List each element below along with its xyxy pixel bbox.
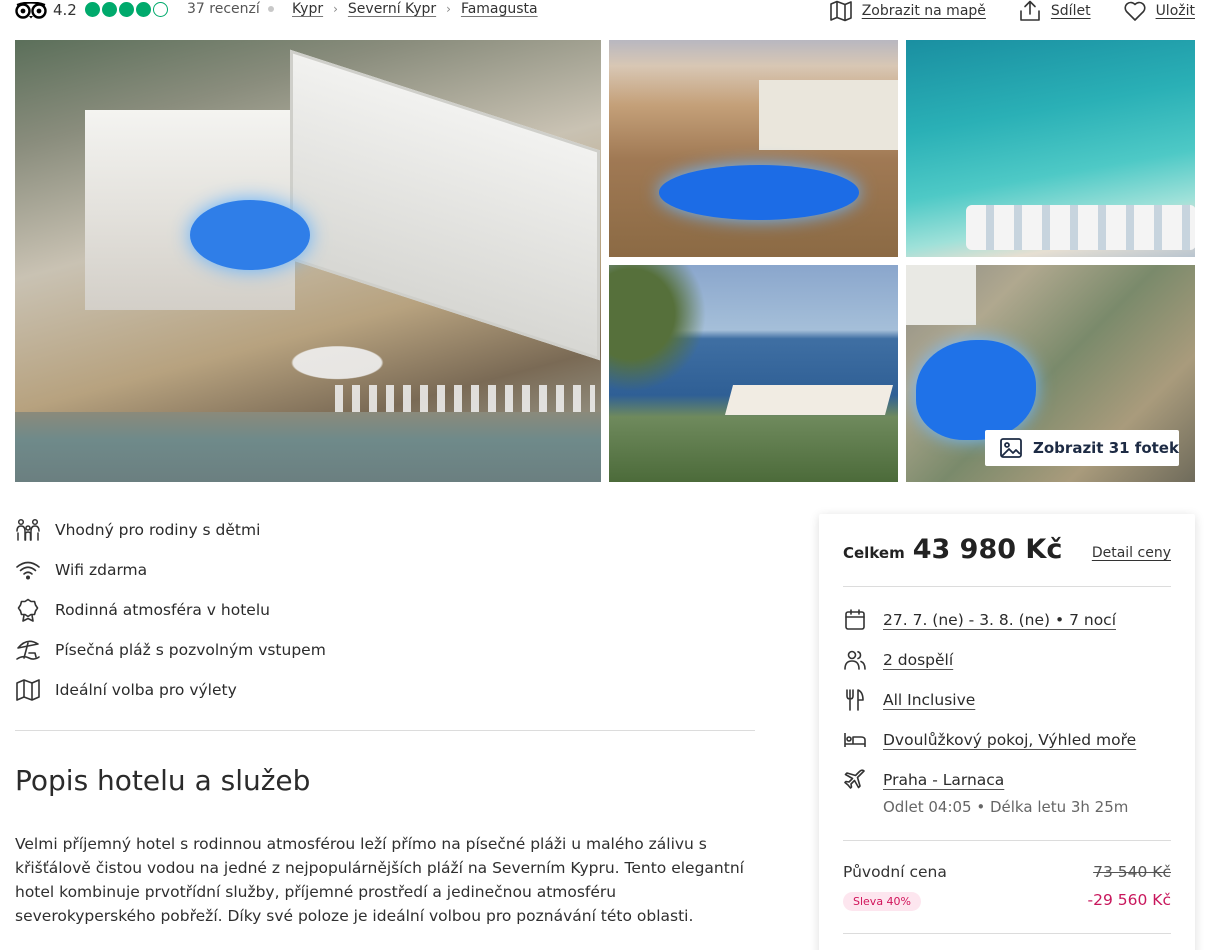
save-button[interactable]: Uložit bbox=[1123, 0, 1195, 22]
gallery-photo-beach[interactable] bbox=[906, 40, 1195, 257]
breadcrumb-item-city[interactable]: Famagusta bbox=[461, 1, 538, 17]
section-title: Popis hotelu a služeb bbox=[15, 764, 311, 797]
breadcrumb: Kypr › Severní Kypr › Famagusta bbox=[292, 1, 538, 17]
breadcrumb-item-country[interactable]: Kypr bbox=[292, 1, 323, 17]
separator-dot bbox=[268, 6, 274, 12]
map-icon bbox=[16, 679, 40, 701]
photo-detail bbox=[290, 49, 600, 361]
airplane-icon bbox=[844, 769, 865, 789]
breadcrumb-chevron-icon: › bbox=[446, 2, 451, 16]
photo-detail bbox=[916, 340, 1036, 440]
wifi-icon bbox=[16, 561, 40, 580]
photo-detail bbox=[906, 265, 976, 325]
share-icon bbox=[1020, 0, 1040, 21]
show-on-map-label: Zobrazit na mapě bbox=[861, 3, 986, 19]
feature-item: Ideální volba pro výlety bbox=[15, 670, 755, 710]
card-divider bbox=[843, 840, 1171, 841]
beach-umbrella-icon bbox=[16, 640, 40, 660]
cutlery-icon bbox=[846, 689, 864, 711]
calendar-icon bbox=[845, 609, 865, 630]
original-price-label: Původní cena bbox=[843, 863, 947, 881]
share-button[interactable]: Sdílet bbox=[1018, 0, 1091, 22]
price-card: Celkem 43 980 Kč Detail ceny 27. 7. (ne)… bbox=[819, 514, 1195, 950]
breadcrumb-item-region[interactable]: Severní Kypr bbox=[348, 1, 436, 17]
feature-label: Písečná pláž s pozvolným vstupem bbox=[55, 641, 326, 659]
rating-value: 4.2 bbox=[53, 1, 77, 19]
tripadvisor-owl-icon bbox=[15, 2, 47, 19]
show-all-photos-button[interactable]: Zobrazit 31 fotek bbox=[985, 430, 1179, 466]
feature-label: Ideální volba pro výlety bbox=[55, 681, 237, 699]
photo-detail bbox=[15, 412, 601, 482]
map-icon bbox=[829, 0, 852, 22]
save-label: Uložit bbox=[1155, 3, 1195, 19]
award-icon bbox=[17, 598, 39, 622]
card-divider bbox=[843, 586, 1171, 587]
room-row[interactable]: Dvoulůžkový pokoj, Výhled moře bbox=[843, 728, 1136, 752]
dates-value[interactable]: 27. 7. (ne) - 3. 8. (ne) • 7 nocí bbox=[883, 611, 1116, 629]
rating-bubble-filled bbox=[85, 2, 100, 17]
photo-detail bbox=[659, 165, 859, 220]
room-value[interactable]: Dvoulůžkový pokoj, Výhled moře bbox=[883, 731, 1136, 749]
family-icon bbox=[16, 518, 40, 541]
rating-bubble-filled bbox=[102, 2, 117, 17]
image-icon bbox=[1000, 438, 1022, 458]
feature-item: Wifi zdarma bbox=[15, 550, 755, 590]
top-bar: 4.2 37 recenzí Kypr › Severní Kypr › Fam… bbox=[0, 0, 1213, 22]
discount-badge: Sleva 40% bbox=[843, 892, 922, 911]
feature-label: Vhodný pro rodiny s dětmi bbox=[55, 521, 261, 539]
show-all-photos-label: Zobrazit 31 fotek bbox=[1033, 439, 1179, 457]
reviews-count[interactable]: 37 recenzí bbox=[187, 1, 260, 17]
feature-item: Vhodný pro rodiny s dětmi bbox=[15, 510, 755, 550]
dates-row[interactable]: 27. 7. (ne) - 3. 8. (ne) • 7 nocí bbox=[843, 608, 1116, 632]
flight-row[interactable]: Praha - Larnaca bbox=[843, 768, 1004, 792]
bed-icon bbox=[844, 733, 866, 747]
header-actions: Zobrazit na mapě Sdílet Uložit bbox=[797, 0, 1195, 22]
photo-detail bbox=[724, 385, 894, 415]
feature-item: Písečná pláž s pozvolným vstupem bbox=[15, 630, 755, 670]
total-price: 43 980 Kč bbox=[912, 534, 1063, 565]
feature-label: Rodinná atmosféra v hotelu bbox=[55, 601, 270, 619]
feature-item: Rodinná atmosféra v hotelu bbox=[15, 590, 755, 630]
guests-row[interactable]: 2 dospělí bbox=[843, 648, 953, 672]
gallery-photo-pool-evening[interactable] bbox=[609, 40, 898, 257]
hotel-description: Velmi příjemný hotel s rodinnou atmosfér… bbox=[15, 835, 744, 925]
photo-detail bbox=[966, 205, 1195, 250]
breadcrumb-chevron-icon: › bbox=[333, 2, 338, 16]
section-divider bbox=[15, 730, 755, 731]
rating-bubble-empty bbox=[153, 2, 168, 17]
rating-bubble-filled bbox=[136, 2, 151, 17]
rating-bubble-filled bbox=[119, 2, 134, 17]
photo-gallery: Zobrazit 31 fotek bbox=[15, 40, 1195, 482]
price-detail-link[interactable]: Detail ceny bbox=[1092, 545, 1171, 561]
total-price-row: Celkem 43 980 Kč bbox=[843, 534, 1062, 565]
rating-bubbles bbox=[85, 2, 168, 17]
guests-value[interactable]: 2 dospělí bbox=[883, 651, 953, 669]
hotel-features: Vhodný pro rodiny s dětmi Wifi zdarma Ro… bbox=[15, 510, 755, 710]
card-divider bbox=[843, 933, 1171, 934]
flight-info: Odlet 04:05 • Délka letu 3h 25m bbox=[883, 798, 1129, 816]
share-label: Sdílet bbox=[1050, 3, 1091, 19]
discount-amount: -29 560 Kč bbox=[1087, 891, 1171, 909]
people-icon bbox=[844, 650, 866, 670]
heart-icon bbox=[1124, 1, 1146, 21]
photo-detail bbox=[759, 80, 898, 150]
board-row[interactable]: All Inclusive bbox=[843, 688, 975, 712]
original-price: 73 540 Kč bbox=[1093, 863, 1171, 881]
gallery-photo-main[interactable] bbox=[15, 40, 601, 482]
photo-detail bbox=[190, 200, 310, 270]
flight-value[interactable]: Praha - Larnaca bbox=[883, 771, 1004, 789]
photo-detail bbox=[609, 265, 719, 405]
board-value[interactable]: All Inclusive bbox=[883, 691, 975, 709]
total-label: Celkem bbox=[843, 544, 905, 562]
show-on-map-button[interactable]: Zobrazit na mapě bbox=[829, 0, 986, 22]
gallery-photo-sea-view[interactable] bbox=[609, 265, 898, 482]
feature-label: Wifi zdarma bbox=[55, 561, 148, 579]
